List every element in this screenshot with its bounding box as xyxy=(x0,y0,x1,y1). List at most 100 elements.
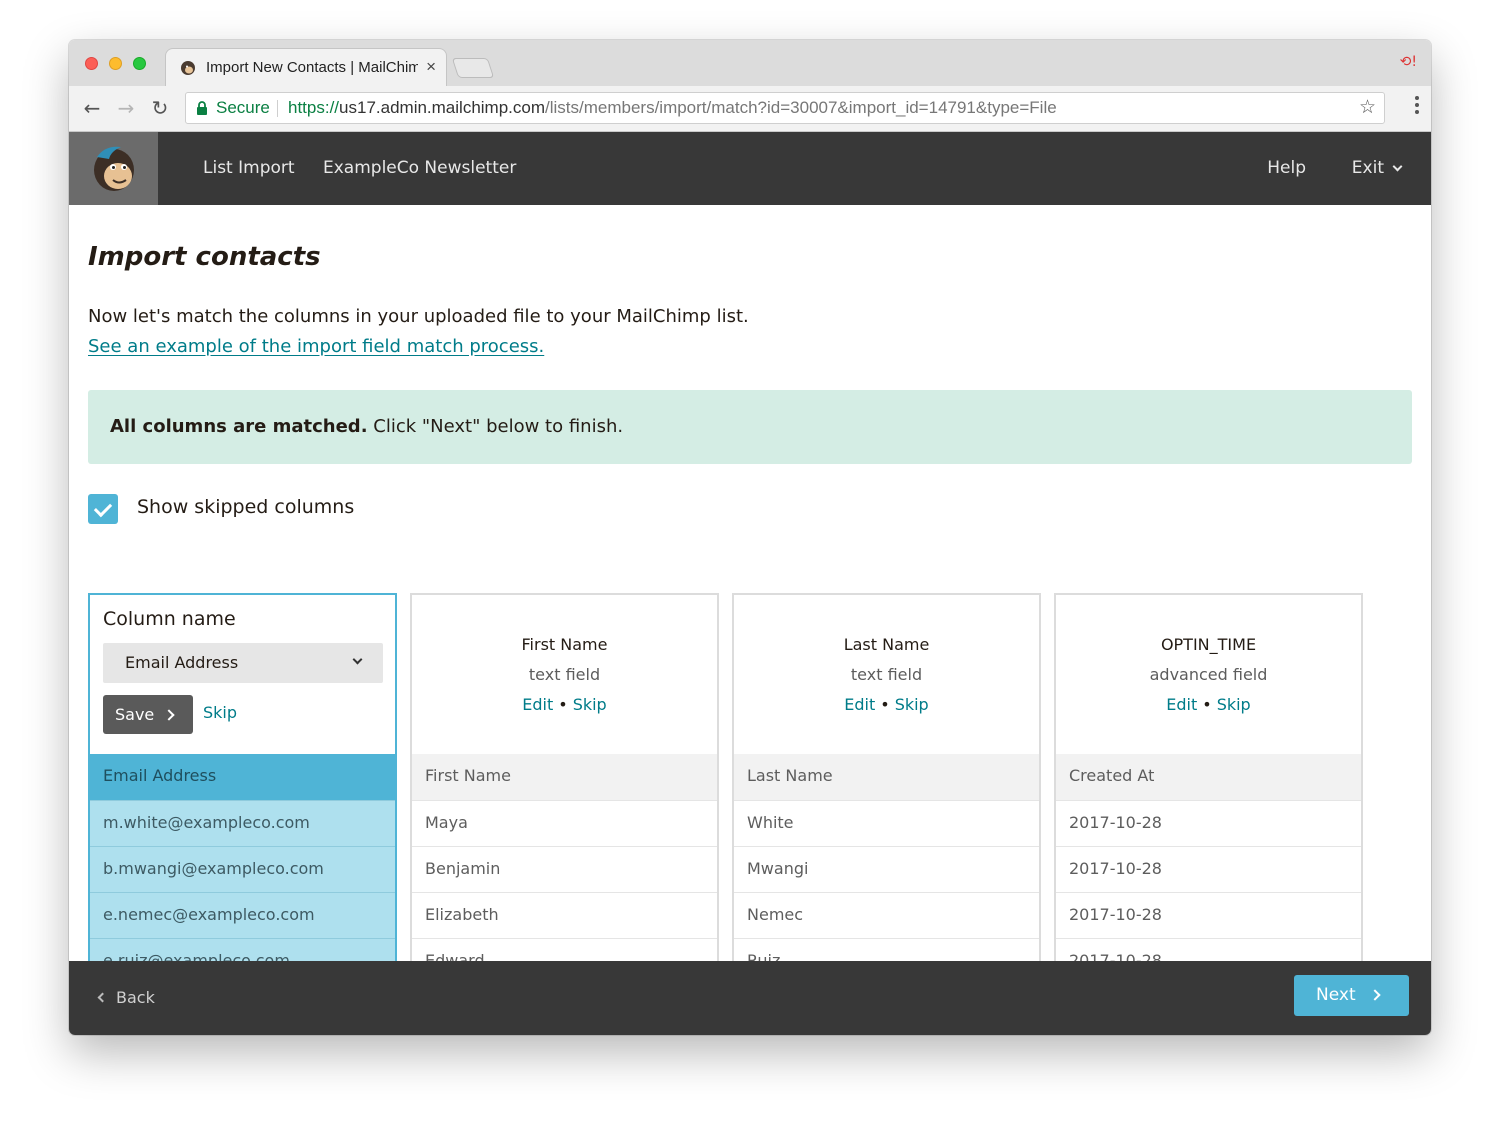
column-header-cell: Email Address xyxy=(90,754,395,800)
table-cell: 2017-10-28 xyxy=(1056,800,1361,846)
browser-menu-icon[interactable] xyxy=(1415,96,1419,117)
url-scheme: https:// xyxy=(288,98,340,117)
back-button[interactable]: Back xyxy=(97,988,155,1007)
table-cell: m.white@exampleco.com xyxy=(90,800,395,846)
save-button-label: Save xyxy=(115,705,155,724)
browser-toolbar: ← → ↻ Secure https://us17.admin.mailchim… xyxy=(69,86,1431,132)
column-header-cell: Last Name xyxy=(734,754,1039,800)
skip-link[interactable]: Skip xyxy=(573,695,607,714)
column-field-name: Last Name xyxy=(843,635,930,654)
column-card-active: Column name Email Address Save Skip Emai… xyxy=(88,593,397,984)
skip-link[interactable]: Skip xyxy=(203,703,237,722)
next-button[interactable]: Next xyxy=(1294,975,1409,1016)
field-select[interactable]: Email Address xyxy=(103,643,383,683)
save-button[interactable]: Save xyxy=(103,695,193,734)
nav-list-import[interactable]: List Import xyxy=(203,132,295,205)
skip-link[interactable]: Skip xyxy=(895,695,929,714)
column-card-optin-time: OPTIN_TIME advanced field Edit • Skip Crea… xyxy=(1054,593,1363,982)
column-summary: Last Name text field Edit • Skip xyxy=(734,595,1039,754)
tab-close-icon[interactable]: × xyxy=(426,57,436,77)
column-header-cell: Created At xyxy=(1056,754,1361,800)
column-field-type: advanced field xyxy=(1149,665,1268,684)
action-separator: • xyxy=(880,695,890,714)
column-card-last-name: Last Name text field Edit • Skip Last Name… xyxy=(732,593,1041,982)
field-select-value: Email Address xyxy=(125,653,239,672)
forward-arrow-icon[interactable]: → xyxy=(113,95,139,121)
mailchimp-favicon-icon xyxy=(181,61,195,75)
column-actions: Edit • Skip xyxy=(734,695,1039,714)
table-cell: b.mwangi@exampleco.com xyxy=(90,846,395,892)
column-summary: First Name text field Edit • Skip xyxy=(412,595,717,754)
main-content: Import contacts Now let's match the colu… xyxy=(69,205,1431,984)
edit-link[interactable]: Edit xyxy=(522,695,553,714)
table-cell: 2017-10-28 xyxy=(1056,892,1361,938)
bookmark-star-icon[interactable]: ☆ xyxy=(1359,93,1376,123)
column-field-type: text field xyxy=(528,665,601,684)
mailchimp-logo[interactable] xyxy=(69,132,158,205)
browser-tab[interactable]: Import New Contacts | MailChimp × xyxy=(165,48,447,86)
address-bar[interactable]: Secure https://us17.admin.mailchimp.com/… xyxy=(185,92,1385,124)
extension-icon[interactable]: ⟲! xyxy=(1400,54,1417,70)
show-skipped-checkbox[interactable] xyxy=(88,494,118,524)
column-summary: OPTIN_TIME advanced field Edit • Skip xyxy=(1056,595,1361,754)
new-tab-button[interactable] xyxy=(451,58,495,78)
success-alert: All columns are matched. Click "Next" be… xyxy=(88,390,1412,464)
skip-link[interactable]: Skip xyxy=(1217,695,1251,714)
secure-label: Secure xyxy=(216,98,270,117)
app-header: List Import ExampleCo Newsletter Help Ex… xyxy=(69,132,1431,205)
alert-strong: All columns are matched. xyxy=(110,416,368,437)
chevron-down-icon xyxy=(352,654,363,665)
tab-title: Import New Contacts | MailChimp xyxy=(206,59,418,76)
freddie-logo-icon xyxy=(94,146,134,191)
nav-exit[interactable]: Exit xyxy=(1351,132,1403,205)
nav-list-name[interactable]: ExampleCo Newsletter xyxy=(323,132,516,205)
table-cell: Mwangi xyxy=(734,846,1039,892)
column-actions: Edit • Skip xyxy=(412,695,717,714)
column-card-first-name: First Name text field Edit • Skip First Na… xyxy=(410,593,719,982)
back-button-label: Back xyxy=(116,988,155,1007)
table-cell: White xyxy=(734,800,1039,846)
url-host: us17.admin.mailchimp.com xyxy=(339,98,545,117)
reload-icon[interactable]: ↻ xyxy=(147,95,173,121)
chevron-right-icon xyxy=(163,709,175,721)
column-editor: Column name Email Address Save Skip xyxy=(90,595,395,754)
action-separator: • xyxy=(1202,695,1212,714)
url-text: https://us17.admin.mailchimp.com/lists/m… xyxy=(288,93,1057,123)
table-cell: 2017-10-28 xyxy=(1056,846,1361,892)
alert-text: Click "Next" below to finish. xyxy=(367,416,624,437)
page-title: Import contacts xyxy=(88,242,321,272)
chevron-down-icon xyxy=(1392,161,1403,172)
table-cell: Nemec xyxy=(734,892,1039,938)
close-window-button[interactable] xyxy=(85,57,98,70)
next-button-label: Next xyxy=(1316,985,1356,1005)
chevron-left-icon xyxy=(97,992,108,1003)
back-arrow-icon[interactable]: ← xyxy=(79,95,105,121)
minimize-window-button[interactable] xyxy=(109,57,122,70)
table-cell: Maya xyxy=(412,800,717,846)
intro-text: Now let's match the columns in your uplo… xyxy=(88,306,749,327)
nav-exit-label: Exit xyxy=(1351,158,1384,178)
browser-window: Import New Contacts | MailChimp × ⟲! ← →… xyxy=(69,40,1431,1035)
column-actions: Edit • Skip xyxy=(1056,695,1361,714)
column-field-name: First Name xyxy=(521,635,608,654)
table-cell: e.nemec@exampleco.com xyxy=(90,892,395,938)
url-path: /lists/members/import/match?id=30007&imp… xyxy=(545,98,1057,117)
column-field-name: OPTIN_TIME xyxy=(1160,635,1257,654)
maximize-window-button[interactable] xyxy=(133,57,146,70)
action-separator: • xyxy=(558,695,568,714)
url-separator xyxy=(277,100,278,117)
nav-help[interactable]: Help xyxy=(1267,132,1306,205)
column-name-label: Column name xyxy=(103,608,236,630)
table-cell: Elizabeth xyxy=(412,892,717,938)
chevron-right-icon xyxy=(1369,989,1381,1001)
edit-link[interactable]: Edit xyxy=(844,695,875,714)
tab-strip: Import New Contacts | MailChimp × ⟲! xyxy=(69,40,1431,86)
table-cell: Benjamin xyxy=(412,846,717,892)
footer-bar: Back Next xyxy=(69,961,1431,1035)
edit-link[interactable]: Edit xyxy=(1166,695,1197,714)
column-field-type: text field xyxy=(850,665,923,684)
example-link[interactable]: See an example of the import field match… xyxy=(88,336,544,357)
lock-icon xyxy=(197,101,207,115)
show-skipped-label: Show skipped columns xyxy=(137,496,355,518)
column-header-cell: First Name xyxy=(412,754,717,800)
